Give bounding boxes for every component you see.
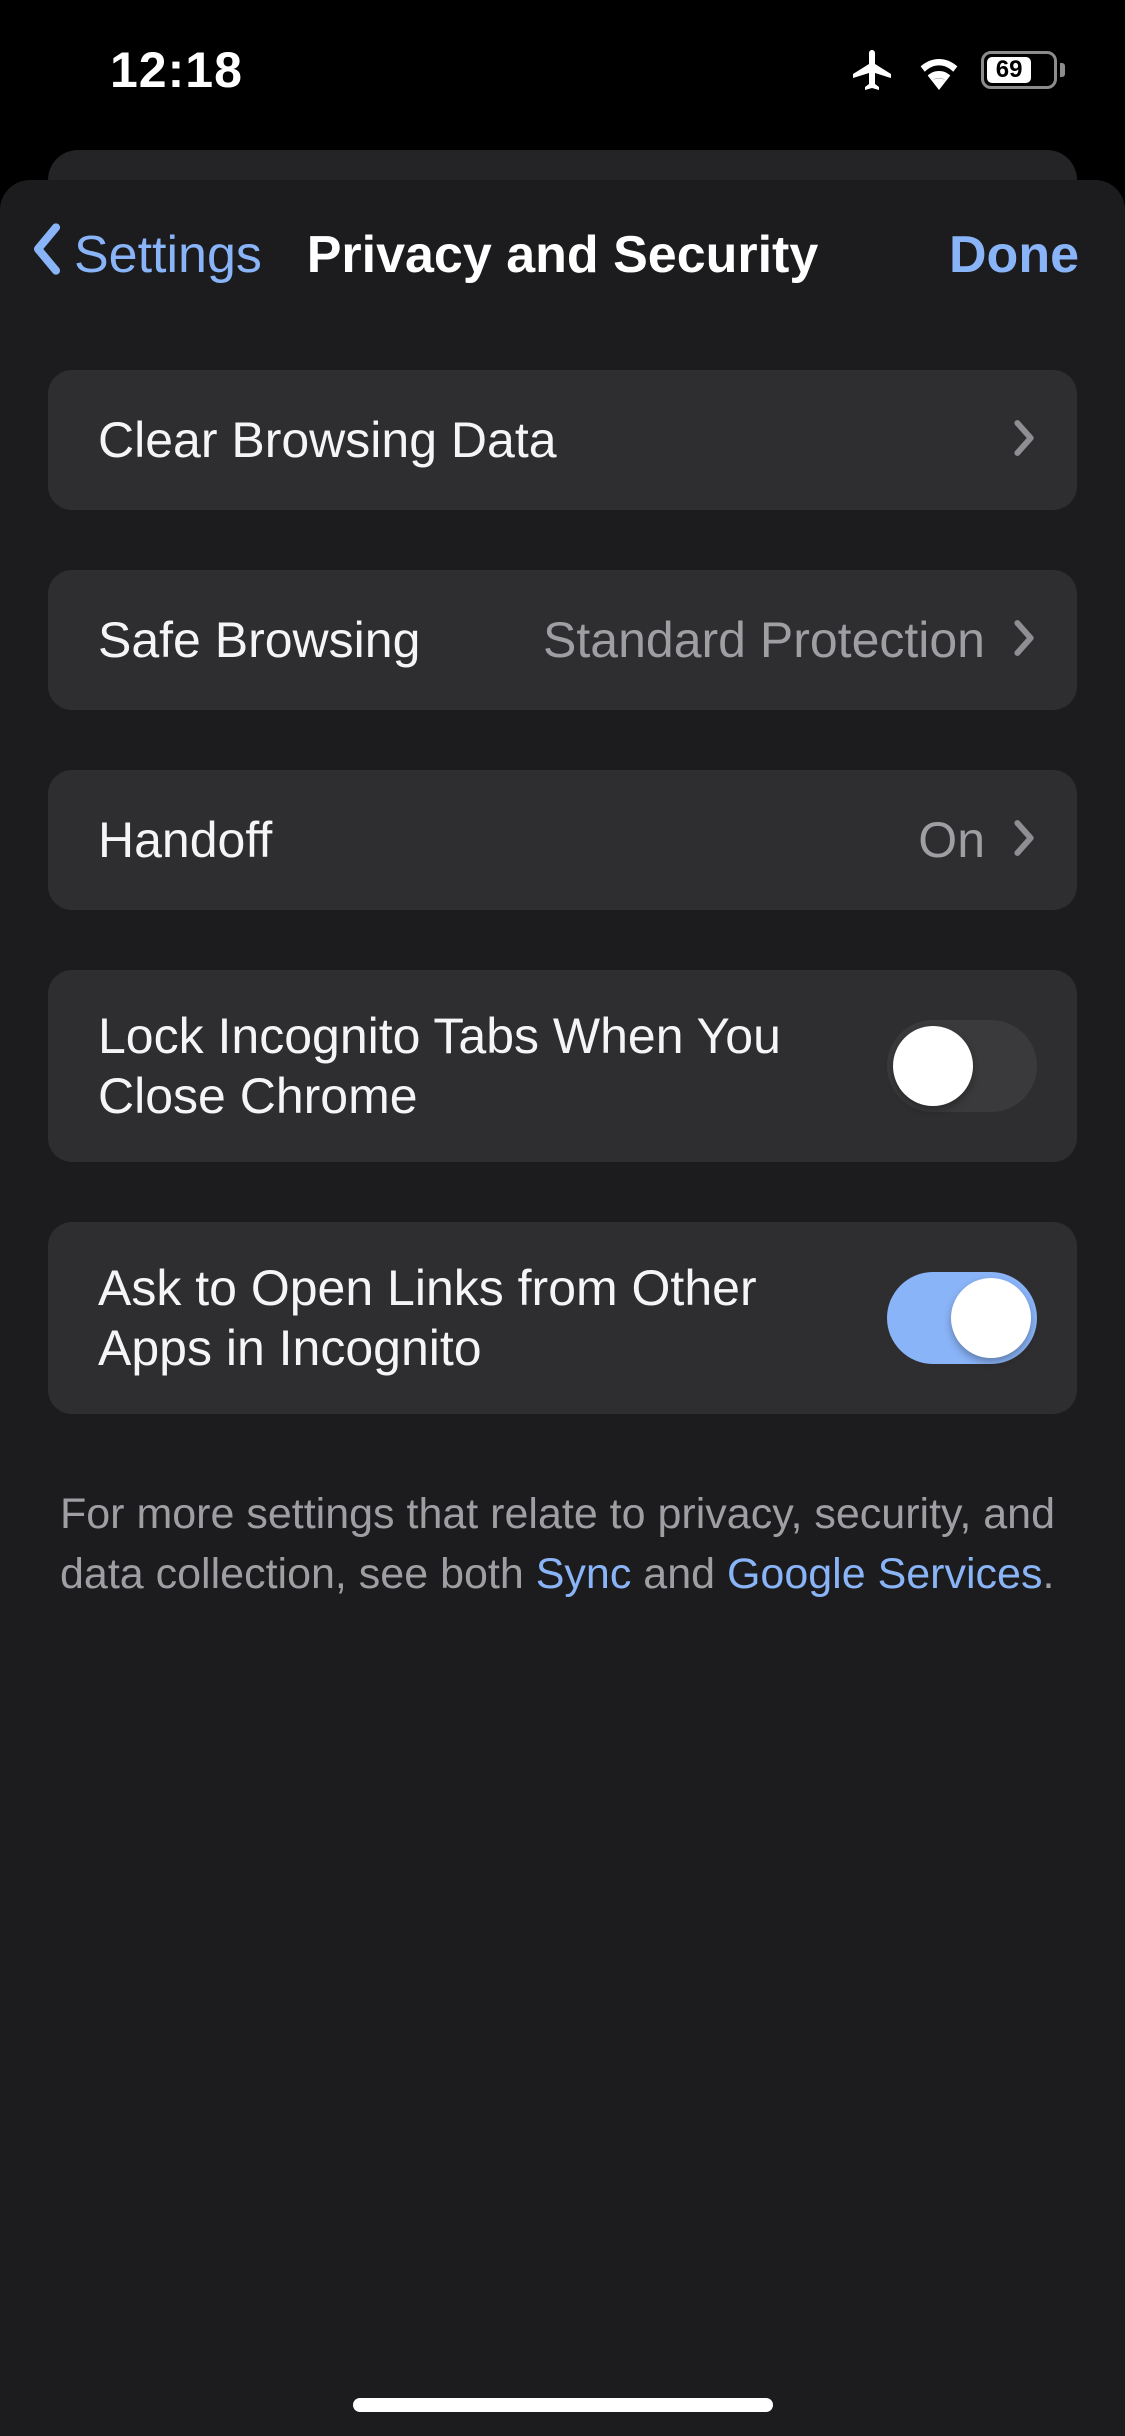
settings-list: Clear Browsing Data Safe Browsing Standa… xyxy=(0,330,1125,1414)
chevron-right-icon xyxy=(1011,418,1037,463)
row-safe-browsing[interactable]: Safe Browsing Standard Protection xyxy=(48,570,1077,710)
row-lock-incognito-tabs: Lock Incognito Tabs When You Close Chrom… xyxy=(48,970,1077,1162)
google-services-link[interactable]: Google Services xyxy=(727,1550,1043,1598)
nav-bar: Settings Privacy and Security Done xyxy=(0,180,1125,330)
chevron-right-icon xyxy=(1011,618,1037,663)
row-value: Standard Protection xyxy=(543,611,985,669)
ask-incognito-toggle[interactable] xyxy=(887,1272,1037,1364)
back-button[interactable]: Settings xyxy=(30,222,262,289)
row-label: Ask to Open Links from Other Apps in Inc… xyxy=(98,1258,887,1378)
row-label: Clear Browsing Data xyxy=(98,410,1011,470)
back-label: Settings xyxy=(74,225,262,285)
footer-note: For more settings that relate to privacy… xyxy=(0,1474,1125,1604)
row-label: Safe Browsing xyxy=(98,610,543,670)
row-ask-open-links-incognito: Ask to Open Links from Other Apps in Inc… xyxy=(48,1222,1077,1414)
row-handoff[interactable]: Handoff On xyxy=(48,770,1077,910)
row-clear-browsing-data[interactable]: Clear Browsing Data xyxy=(48,370,1077,510)
wifi-icon xyxy=(915,50,963,90)
row-label: Handoff xyxy=(98,810,918,870)
airplane-icon xyxy=(849,46,897,94)
status-bar: 12:18 69 xyxy=(0,0,1125,140)
footer-text: and xyxy=(631,1550,727,1598)
status-time: 12:18 xyxy=(110,41,243,99)
row-value: On xyxy=(918,811,985,869)
battery-percentage: 69 xyxy=(996,56,1023,84)
sync-link[interactable]: Sync xyxy=(536,1550,632,1598)
settings-sheet: Settings Privacy and Security Done Clear… xyxy=(0,180,1125,2436)
page-title: Privacy and Security xyxy=(307,225,819,285)
lock-incognito-toggle[interactable] xyxy=(887,1020,1037,1112)
footer-text: . xyxy=(1042,1550,1054,1598)
battery-icon: 69 xyxy=(981,51,1065,89)
status-icons: 69 xyxy=(849,46,1065,94)
home-indicator[interactable] xyxy=(353,2398,773,2412)
chevron-left-icon xyxy=(30,222,64,289)
chevron-right-icon xyxy=(1011,818,1037,863)
done-button[interactable]: Done xyxy=(949,225,1079,285)
row-label: Lock Incognito Tabs When You Close Chrom… xyxy=(98,1006,887,1126)
